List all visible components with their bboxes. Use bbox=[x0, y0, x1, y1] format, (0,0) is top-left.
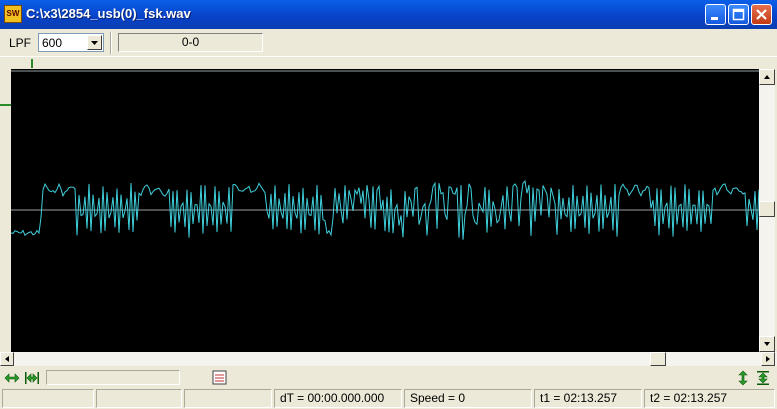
scroll-left-button[interactable] bbox=[0, 352, 14, 366]
arrow-up-icon bbox=[764, 75, 770, 79]
contract-horizontal-icon bbox=[24, 370, 40, 386]
level-marker[interactable] bbox=[0, 104, 11, 106]
marker-icon bbox=[212, 370, 227, 385]
expand-horizontal-icon bbox=[4, 370, 20, 386]
minimize-button[interactable] bbox=[705, 4, 726, 25]
minimize-icon bbox=[711, 17, 718, 20]
window-title: C:\x3\2854_usb(0)_fsk.wav bbox=[26, 6, 191, 21]
arrow-right-icon bbox=[766, 356, 770, 362]
zoom-vertical-in-button[interactable] bbox=[755, 370, 771, 386]
status-bar: dT = 00:00.000.000 Speed = 0 t1 = 02:13.… bbox=[0, 388, 777, 409]
lpf-dropdown-button[interactable] bbox=[87, 35, 102, 50]
contract-vertical-icon bbox=[755, 370, 771, 386]
arrow-down-icon bbox=[764, 342, 770, 346]
timeline-marker[interactable] bbox=[31, 59, 33, 68]
navigation-field bbox=[46, 370, 180, 385]
marker-button[interactable] bbox=[212, 370, 228, 386]
expand-vertical-icon bbox=[735, 370, 751, 386]
arrow-left-icon bbox=[5, 356, 9, 362]
waveform-canvas bbox=[10, 70, 760, 240]
close-button[interactable] bbox=[751, 4, 772, 25]
chevron-down-icon bbox=[91, 41, 98, 45]
maximize-button[interactable] bbox=[728, 4, 749, 25]
application-window: SW C:\x3\2854_usb(0)_fsk.wav LPF 600 0-0 bbox=[0, 0, 777, 409]
horizontal-scroll-thumb[interactable] bbox=[650, 352, 666, 366]
scroll-right-button[interactable] bbox=[761, 352, 775, 366]
toolbar: LPF 600 0-0 bbox=[0, 29, 777, 57]
scroll-up-button[interactable] bbox=[759, 69, 775, 85]
status-speed: Speed = 0 bbox=[404, 389, 532, 408]
toolbar-separator bbox=[110, 32, 112, 54]
app-icon: SW bbox=[4, 5, 22, 23]
lpf-selected-value: 600 bbox=[42, 36, 63, 50]
lpf-label: LPF bbox=[9, 36, 32, 50]
vertical-scrollbar[interactable] bbox=[759, 69, 775, 352]
status-cell-empty-3 bbox=[184, 389, 272, 408]
lpf-select[interactable]: 600 bbox=[38, 33, 104, 52]
status-dt: dT = 00:00.000.000 bbox=[274, 389, 402, 408]
range-display: 0-0 bbox=[118, 33, 263, 52]
vertical-scroll-thumb[interactable] bbox=[759, 201, 775, 217]
status-t1: t1 = 02:13.257 bbox=[534, 389, 642, 408]
waveform-display[interactable] bbox=[10, 69, 760, 352]
status-cell-empty-2 bbox=[96, 389, 182, 408]
zoom-vertical-out-button[interactable] bbox=[735, 370, 751, 386]
title-bar[interactable]: SW C:\x3\2854_usb(0)_fsk.wav bbox=[0, 0, 777, 29]
scope-panel bbox=[0, 57, 777, 367]
horizontal-scrollbar[interactable] bbox=[0, 352, 777, 366]
close-icon bbox=[756, 9, 767, 20]
zoom-in-button[interactable] bbox=[24, 370, 40, 386]
scroll-down-button[interactable] bbox=[759, 336, 775, 352]
maximize-icon bbox=[732, 8, 745, 21]
status-t2: t2 = 02:13.257 bbox=[644, 389, 775, 408]
status-cell-empty-1 bbox=[2, 389, 94, 408]
navigation-bar bbox=[0, 367, 777, 387]
zoom-out-button[interactable] bbox=[4, 370, 20, 386]
